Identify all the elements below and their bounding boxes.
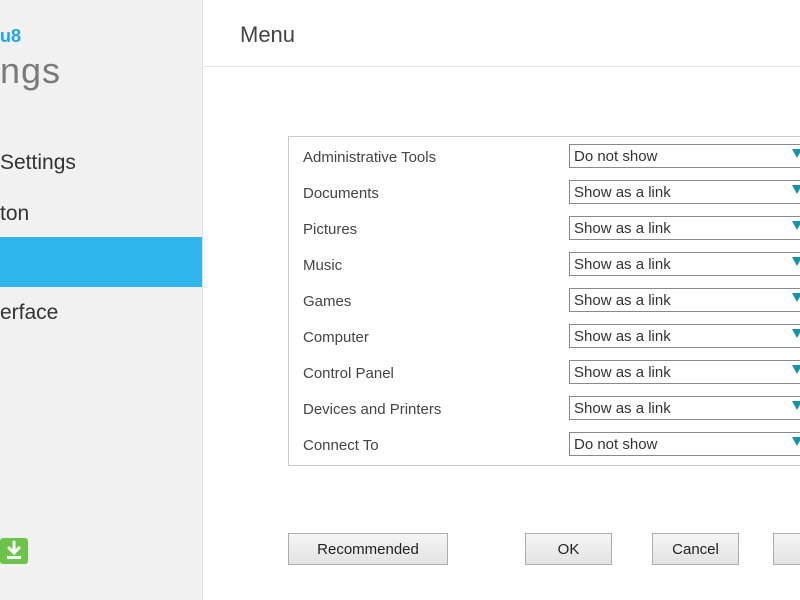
sidebar-item-menu[interactable] xyxy=(0,237,202,287)
select-value: Show as a link xyxy=(574,364,671,381)
option-row-games: Games Show as a link xyxy=(289,286,800,316)
app-title: ngs xyxy=(0,50,62,91)
select-value: Do not show xyxy=(574,436,658,453)
select-value: Show as a link xyxy=(574,184,671,201)
chevron-down-icon xyxy=(792,293,800,302)
app-brand: u8 xyxy=(0,26,22,46)
apply-button[interactable] xyxy=(773,533,800,565)
option-row-control-panel: Control Panel Show as a link xyxy=(289,358,800,388)
control-panel-select[interactable]: Show as a link xyxy=(569,360,800,384)
option-label: Computer xyxy=(303,329,369,346)
chevron-down-icon xyxy=(792,149,800,158)
cancel-button[interactable]: Cancel xyxy=(652,533,739,565)
chevron-down-icon xyxy=(792,365,800,374)
chevron-down-icon xyxy=(792,437,800,446)
page-title: Menu xyxy=(240,22,296,47)
option-row-devices-and-printers: Devices and Printers Show as a link xyxy=(289,394,800,424)
sidebar-item-label: ton xyxy=(0,202,30,225)
select-value: Show as a link xyxy=(574,328,671,345)
sidebar-item-interface[interactable]: erface xyxy=(0,288,202,338)
option-label: Documents xyxy=(303,185,379,202)
option-label: Devices and Printers xyxy=(303,401,442,418)
option-label: Control Panel xyxy=(303,365,394,382)
sidebar-item-label: erface xyxy=(0,301,59,324)
sidebar-item-start-button[interactable]: ton xyxy=(0,189,202,239)
select-value: Show as a link xyxy=(574,292,671,309)
documents-select[interactable]: Show as a link xyxy=(569,180,800,204)
select-value: Show as a link xyxy=(574,256,671,273)
music-select[interactable]: Show as a link xyxy=(569,252,800,276)
devices-and-printers-select[interactable]: Show as a link xyxy=(569,396,800,420)
option-row-computer: Computer Show as a link xyxy=(289,322,800,352)
option-label: Pictures xyxy=(303,221,358,238)
ok-button[interactable]: OK xyxy=(525,533,612,565)
sidebar-item-start-menu-settings[interactable]: Settings xyxy=(0,138,202,188)
sidebar-item-label: Settings xyxy=(0,151,76,174)
pictures-select[interactable]: Show as a link xyxy=(569,216,800,240)
chevron-down-icon xyxy=(792,185,800,194)
download-icon[interactable] xyxy=(0,538,28,564)
option-row-documents: Documents Show as a link xyxy=(289,178,800,208)
main-header: Menu xyxy=(203,0,800,67)
option-row-connect-to: Connect To Do not show xyxy=(289,430,800,460)
option-row-administrative-tools: Administrative Tools Do not show xyxy=(289,142,800,172)
sidebar: u8 ngs Settings ton erface xyxy=(0,0,203,600)
computer-select[interactable]: Show as a link xyxy=(569,324,800,348)
games-select[interactable]: Show as a link xyxy=(569,288,800,312)
chevron-down-icon xyxy=(792,221,800,230)
menu-options-panel: Administrative Tools Do not show Documen… xyxy=(288,136,800,466)
select-value: Show as a link xyxy=(574,220,671,237)
chevron-down-icon xyxy=(792,329,800,338)
chevron-down-icon xyxy=(792,401,800,410)
administrative-tools-select[interactable]: Do not show xyxy=(569,144,800,168)
option-label: Music xyxy=(303,257,343,274)
select-value: Show as a link xyxy=(574,400,671,417)
option-label: Administrative Tools xyxy=(303,149,437,166)
connect-to-select[interactable]: Do not show xyxy=(569,432,800,456)
option-label: Games xyxy=(303,293,352,310)
option-row-pictures: Pictures Show as a link xyxy=(289,214,800,244)
option-label: Connect To xyxy=(303,437,379,454)
chevron-down-icon xyxy=(792,257,800,266)
select-value: Do not show xyxy=(574,148,658,165)
option-row-music: Music Show as a link xyxy=(289,250,800,280)
recommended-button[interactable]: Recommended xyxy=(288,533,448,565)
